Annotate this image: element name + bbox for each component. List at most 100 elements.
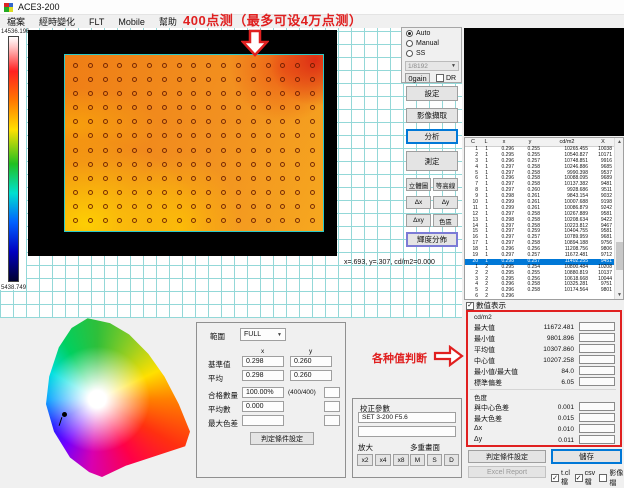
menu-item-經時變化[interactable]: 經時變化 <box>32 15 82 28</box>
scroll-down-icon[interactable]: ▼ <box>615 291 624 299</box>
measurement-point <box>295 218 300 223</box>
radio-ss[interactable] <box>406 50 413 57</box>
save-button[interactable]: 儲存 <box>551 449 622 464</box>
average-number-field[interactable]: 0.000 <box>242 401 284 412</box>
footer-judgment-settings-button[interactable]: 判定條件設定 <box>468 450 546 463</box>
measurement-point <box>266 190 271 195</box>
radio-manual[interactable] <box>406 40 413 47</box>
measurement-point <box>206 133 211 138</box>
measurement-point <box>132 63 137 68</box>
stat-lum-judge-box <box>579 333 615 342</box>
view3d-button[interactable]: 立體圖 <box>406 178 431 191</box>
measured-panel-area <box>64 54 324 232</box>
multi-M-button[interactable]: M <box>410 454 425 466</box>
measurement-point <box>88 77 93 82</box>
measurement-point <box>103 218 108 223</box>
contour-button[interactable]: 等高線 <box>433 178 458 191</box>
measurement-point <box>236 190 241 195</box>
measurement-point <box>88 176 93 181</box>
checkbox-csv檔[interactable]: ✓ <box>575 474 583 482</box>
menu-item-檔案[interactable]: 檔案 <box>0 15 32 28</box>
measurement-point <box>117 133 122 138</box>
dr-checkbox-box[interactable] <box>436 74 444 82</box>
zoom-x2-button[interactable]: x2 <box>357 454 373 466</box>
camera-preview <box>464 28 624 136</box>
measurement-point <box>117 105 122 110</box>
average-x-field[interactable]: 0.298 <box>242 370 284 381</box>
table-body[interactable]: 110.2960.25510265.45510038210.2950.25510… <box>465 147 623 300</box>
judgment-settings-button[interactable]: 判定條件設定 <box>250 432 314 445</box>
measurement-point <box>147 176 152 181</box>
analyze-button[interactable]: 分析 <box>406 129 458 144</box>
export-check-影像檔[interactable]: 影像檔 <box>599 468 624 488</box>
capture-mode-auto[interactable]: Auto <box>406 30 430 37</box>
export-check-csv檔[interactable]: ✓csv檔 <box>575 470 597 487</box>
measurement-point <box>251 204 256 209</box>
capture-mode-manual[interactable]: Manual <box>406 40 439 47</box>
export-check-t.cl檔[interactable]: ✓t.cl檔 <box>551 470 572 487</box>
dr-checkbox[interactable]: DR <box>436 74 456 82</box>
reference-y-field[interactable]: 0.260 <box>290 356 332 367</box>
zero-gain-button[interactable]: 0gain <box>405 73 430 83</box>
delta-xy-button[interactable]: Δxy <box>406 214 431 227</box>
stat-chroma-label: 與中心色差 <box>474 403 509 413</box>
calibration-value2-field[interactable] <box>358 426 456 437</box>
measurement-point <box>103 77 108 82</box>
scrollbar-thumb[interactable] <box>616 242 623 270</box>
measurement-point <box>132 162 137 167</box>
menu-item-幫助[interactable]: 幫助 <box>152 15 184 28</box>
measurement-point <box>147 190 152 195</box>
menu-item-FLT[interactable]: FLT <box>82 17 111 27</box>
checkbox-影像檔[interactable] <box>599 474 607 482</box>
multi-D-button[interactable]: D <box>444 454 459 466</box>
measurement-point <box>266 91 271 96</box>
range-label: 範圍 <box>210 331 225 342</box>
zoom-x8-button[interactable]: x8 <box>393 454 409 466</box>
stat-chroma-judge-box <box>579 413 615 422</box>
measurement-point <box>280 204 285 209</box>
measurement-point <box>103 63 108 68</box>
stat-lum-row: 中心值 10207.258 <box>470 355 618 366</box>
average-y-field[interactable]: 0.260 <box>290 370 332 381</box>
luminance-distribution-button[interactable]: 輝度分佈 <box>406 232 458 247</box>
measurement-point <box>251 162 256 167</box>
scroll-up-icon[interactable]: ▲ <box>615 138 624 146</box>
table-scrollbar[interactable]: ▲ ▼ <box>614 138 623 299</box>
measurement-point <box>280 77 285 82</box>
values-checkbox-box[interactable]: ✓ <box>466 302 474 310</box>
settings-button[interactable]: 設定 <box>406 86 458 101</box>
menu-item-Mobile[interactable]: Mobile <box>111 17 152 27</box>
shutter-select[interactable]: 1/8192 ▼ <box>405 61 459 71</box>
stat-lum-value: 10307.860 <box>543 346 574 353</box>
measurement-point <box>280 63 285 68</box>
measurement-table[interactable]: CLxycd/m2X 110.2960.25510265.45510038210… <box>464 137 624 300</box>
stat-lum-label: 中心值 <box>474 356 495 366</box>
measurement-point <box>295 119 300 124</box>
chevron-down-icon: ▼ <box>277 332 282 338</box>
calibration-value-field[interactable]: SET 3-200 F5.6 <box>358 412 456 423</box>
color-zone-button[interactable]: 色區 <box>433 214 458 227</box>
checkbox-t.cl檔[interactable]: ✓ <box>551 474 559 482</box>
stat-lum-judge-box <box>579 344 615 353</box>
radio-auto[interactable] <box>406 30 413 37</box>
stat-lum-row: 最大值11672.481 <box>470 322 618 333</box>
max-color-diff-field[interactable] <box>242 415 284 426</box>
excel-report-button[interactable]: Excel Report <box>468 466 546 478</box>
measurement-display[interactable] <box>28 30 337 256</box>
stat-lum-value: 10207.258 <box>543 357 574 364</box>
pass-judge-box <box>324 387 340 398</box>
multi-S-button[interactable]: S <box>427 454 442 466</box>
measure-button[interactable]: 測定 <box>406 151 458 171</box>
capture-button[interactable]: 影像擷取 <box>406 108 458 123</box>
capture-mode-ss[interactable]: SS <box>406 50 425 57</box>
delta-x-button[interactable]: Δx <box>406 196 431 209</box>
reference-x-field[interactable]: 0.298 <box>242 356 284 367</box>
annotation-point-count: 400点测（最多可设4万点测） <box>183 10 362 29</box>
pass-percent-field[interactable]: 100.00% <box>242 387 284 398</box>
colorbar-max-label: 14536.196 <box>1 29 29 35</box>
zoom-x4-button[interactable]: x4 <box>375 454 391 466</box>
range-select[interactable]: FULL ▼ <box>240 328 286 341</box>
measurement-point <box>236 133 241 138</box>
measurement-point <box>73 190 78 195</box>
delta-y-button[interactable]: Δy <box>433 196 458 209</box>
